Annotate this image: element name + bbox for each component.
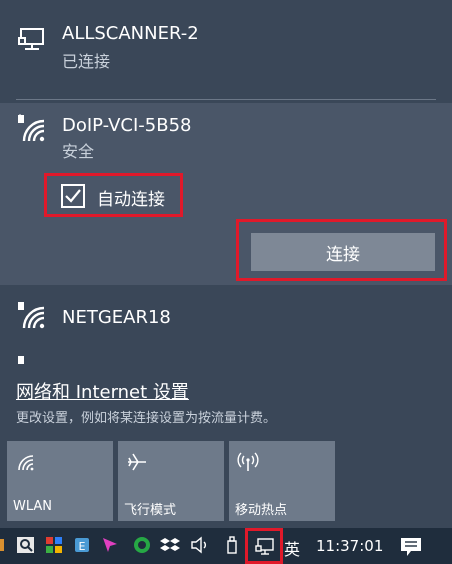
app-icon[interactable] — [0, 535, 14, 555]
network-status: 已连接 — [62, 52, 111, 71]
cursor-app-icon[interactable] — [100, 535, 120, 555]
usb-drive-icon[interactable] — [222, 535, 242, 555]
airplane-icon — [128, 453, 146, 471]
checkmark-icon — [65, 189, 81, 203]
wlan-tile[interactable]: WLAN — [7, 441, 113, 521]
search-magnifier-icon[interactable] — [16, 535, 36, 555]
network-name: ALLSCANNER-2 — [62, 23, 199, 44]
network-status: 安全 — [62, 142, 95, 161]
dropbox-icon[interactable] — [160, 535, 180, 555]
tile-label: 移动热点 — [235, 503, 288, 518]
green-circle-app-icon[interactable] — [132, 535, 152, 555]
network-settings-description: 更改设置，例如将某连接设置为按流量计费。 — [16, 411, 277, 426]
wifi-secure-icon — [18, 302, 45, 329]
connect-button[interactable]: 连接 — [251, 233, 435, 271]
svg-text:E: E — [79, 540, 86, 553]
volume-icon[interactable] — [190, 535, 210, 555]
autoconnect-checkbox[interactable]: 自动连接 — [44, 173, 183, 217]
ethernet-monitor-icon — [18, 28, 44, 50]
taskbar-clock[interactable]: 11:37:01 — [316, 537, 383, 555]
airplane-mode-tile[interactable]: 飞行模式 — [118, 441, 224, 521]
network-item-netgear[interactable]: NETGEAR18 — [0, 290, 452, 340]
network-name: DoIP-VCI-5B58 — [62, 115, 192, 136]
network-tray-highlight — [245, 528, 283, 564]
wifi-icon — [18, 455, 34, 471]
input-language-indicator[interactable]: 英 — [284, 536, 300, 560]
tile-label: WLAN — [13, 499, 53, 514]
puzzle-app-icon[interactable]: E — [72, 535, 92, 555]
hotspot-icon — [237, 452, 259, 471]
autoconnect-label: 自动连接 — [97, 190, 165, 210]
taskbar: E 英 11:37:01 — [0, 528, 452, 564]
network-item-allscanner[interactable]: ALLSCANNER-2 已连接 — [0, 0, 452, 98]
network-settings-link[interactable]: 网络和 Internet 设置 — [16, 378, 189, 404]
wifi-secure-icon — [18, 114, 45, 142]
ethernet-monitor-icon[interactable] — [254, 536, 276, 558]
network-item-doip[interactable]: DoIP-VCI-5B58 安全 自动连接 连接 — [0, 103, 452, 285]
divider — [16, 99, 436, 100]
network-name: NETGEAR18 — [62, 307, 171, 328]
wifi-secure-icon — [18, 356, 24, 364]
notification-center-icon[interactable] — [399, 536, 423, 558]
checkbox-box[interactable] — [61, 184, 85, 208]
mobile-hotspot-tile[interactable]: 移动热点 — [229, 441, 335, 521]
colorful-app-icon[interactable] — [44, 535, 64, 555]
tile-label: 飞行模式 — [124, 503, 177, 518]
connect-button-highlight: 连接 — [236, 219, 447, 281]
network-flyout: ALLSCANNER-2 已连接 DoIP-VCI-5B58 安全 自动连接 连… — [0, 0, 452, 528]
